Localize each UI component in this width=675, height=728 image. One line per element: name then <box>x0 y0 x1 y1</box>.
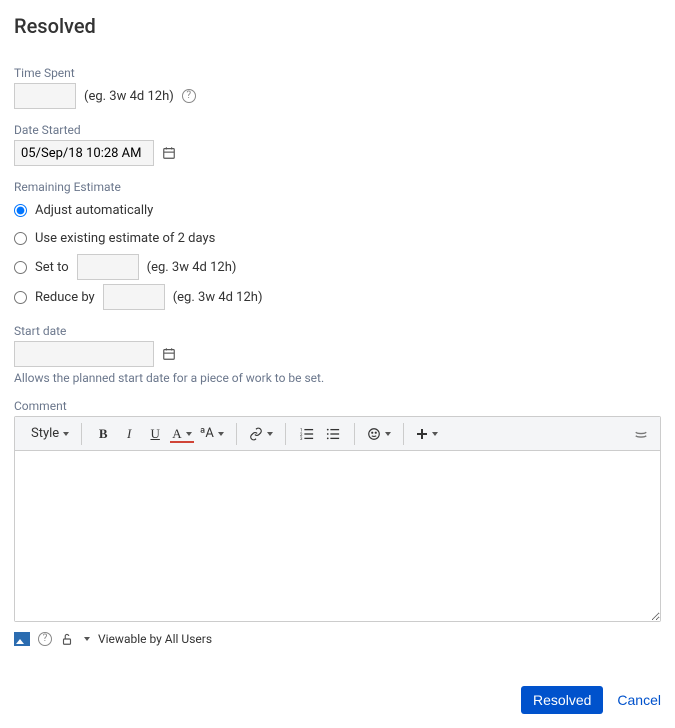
radio-adjust-auto[interactable]: Adjust automatically <box>14 198 661 222</box>
comment-footer: ? Viewable by All Users <box>14 632 661 646</box>
time-spent-label: Time Spent <box>14 66 661 80</box>
comment-textarea[interactable] <box>15 451 660 621</box>
radio-reduce-by-text: Reduce by <box>35 290 95 305</box>
start-date-input[interactable] <box>14 341 154 367</box>
start-date-description: Allows the planned start date for a piec… <box>14 371 661 385</box>
text-color-button[interactable]: A <box>168 421 195 447</box>
calendar-icon[interactable] <box>162 347 176 361</box>
time-spent-hint: (eg. 3w 4d 12h) <box>84 89 174 104</box>
set-to-value-input[interactable] <box>77 254 139 280</box>
comment-field: Comment Style B I U A ªA <box>14 399 661 646</box>
unordered-list-button[interactable] <box>320 421 346 447</box>
radio-use-existing-text: Use existing estimate of 2 days <box>35 231 215 246</box>
date-started-field: Date Started <box>14 123 661 166</box>
date-started-input[interactable] <box>14 140 154 166</box>
visibility-lock-icon[interactable] <box>60 632 74 646</box>
help-icon[interactable]: ? <box>38 632 52 646</box>
time-spent-input[interactable] <box>14 83 76 109</box>
time-spent-field: Time Spent (eg. 3w 4d 12h) ? <box>14 66 661 109</box>
calendar-icon[interactable] <box>162 146 176 160</box>
radio-set-to-input[interactable] <box>14 261 27 274</box>
toolbar-divider <box>403 423 404 445</box>
radio-reduce-by[interactable]: Reduce by (eg. 3w 4d 12h) <box>14 284 661 310</box>
radio-adjust-auto-input[interactable] <box>14 204 27 217</box>
toolbar-divider <box>354 423 355 445</box>
toolbar-divider <box>285 423 286 445</box>
cancel-button[interactable]: Cancel <box>617 692 661 708</box>
bold-button[interactable]: B <box>90 421 116 447</box>
remaining-estimate-label: Remaining Estimate <box>14 180 661 194</box>
comment-label: Comment <box>14 399 661 413</box>
reduce-by-hint: (eg. 3w 4d 12h) <box>173 290 263 305</box>
underline-button[interactable]: U <box>142 421 168 447</box>
radio-adjust-auto-text: Adjust automatically <box>35 203 153 218</box>
editor-toolbar: Style B I U A ªA 123 <box>15 417 660 451</box>
page-title: Resolved <box>14 14 661 38</box>
insert-more-button[interactable] <box>412 421 442 447</box>
radio-use-existing[interactable]: Use existing estimate of 2 days <box>14 226 661 250</box>
svg-text:3: 3 <box>300 437 303 441</box>
set-to-hint: (eg. 3w 4d 12h) <box>147 260 237 275</box>
radio-set-to[interactable]: Set to (eg. 3w 4d 12h) <box>14 254 661 280</box>
dialog-actions: Resolved Cancel <box>14 686 661 714</box>
image-insert-icon[interactable] <box>14 632 30 646</box>
link-button[interactable] <box>245 421 277 447</box>
visibility-text: Viewable by All Users <box>98 632 212 646</box>
start-date-field: Start date Allows the planned start date… <box>14 324 661 385</box>
remaining-estimate-group: Remaining Estimate Adjust automatically … <box>14 180 661 310</box>
style-dropdown[interactable]: Style <box>27 421 73 447</box>
date-started-label: Date Started <box>14 123 661 137</box>
more-format-button[interactable]: ªA <box>196 421 228 447</box>
ordered-list-button[interactable]: 123 <box>294 421 320 447</box>
italic-button[interactable]: I <box>116 421 142 447</box>
help-icon[interactable]: ? <box>182 89 196 103</box>
emoji-button[interactable] <box>363 421 395 447</box>
radio-use-existing-input[interactable] <box>14 232 27 245</box>
toolbar-divider <box>236 423 237 445</box>
collapse-toolbar-button[interactable] <box>628 421 654 447</box>
radio-set-to-text: Set to <box>35 260 69 275</box>
visibility-dropdown-caret[interactable] <box>84 637 90 641</box>
radio-reduce-by-input[interactable] <box>14 291 27 304</box>
reduce-by-value-input[interactable] <box>103 284 165 310</box>
submit-button[interactable]: Resolved <box>521 686 603 714</box>
start-date-label: Start date <box>14 324 661 338</box>
toolbar-divider <box>81 423 82 445</box>
comment-editor: Style B I U A ªA 123 <box>14 416 661 622</box>
